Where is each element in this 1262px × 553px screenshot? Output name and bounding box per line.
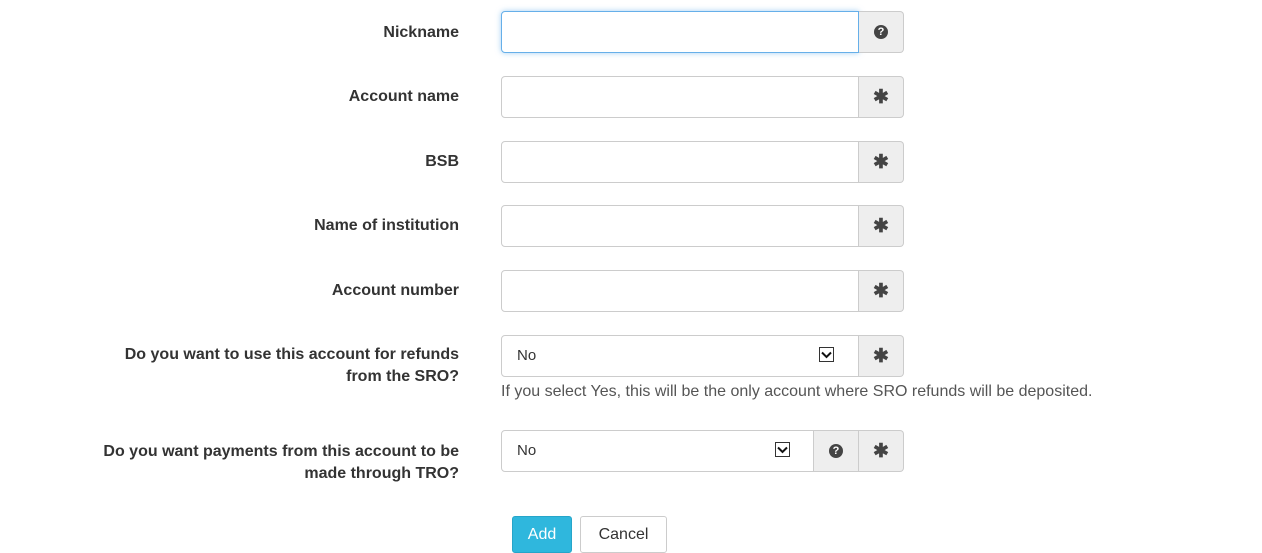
institution-input[interactable] bbox=[501, 205, 859, 247]
bsb-label: BSB bbox=[425, 153, 459, 170]
account-number-required-addon: ✱ bbox=[859, 270, 904, 312]
payments-help-addon[interactable]: ? bbox=[814, 430, 859, 472]
payments-required-addon: ✱ bbox=[859, 430, 904, 472]
asterisk-icon: ✱ bbox=[873, 215, 889, 237]
asterisk-icon: ✱ bbox=[873, 151, 889, 173]
nickname-label: Nickname bbox=[383, 24, 459, 41]
bsb-required-addon: ✱ bbox=[859, 141, 904, 183]
account-number-label: Account number bbox=[331, 282, 459, 299]
institution-label: Name of institution bbox=[314, 217, 459, 234]
nickname-input[interactable] bbox=[501, 11, 859, 53]
refunds-label: Do you want to use this account for refu… bbox=[0, 344, 459, 388]
cancel-button[interactable]: Cancel bbox=[580, 516, 667, 553]
refunds-select-value: No bbox=[517, 347, 537, 364]
refunds-required-addon: ✱ bbox=[859, 335, 904, 377]
account-number-input[interactable] bbox=[501, 270, 859, 312]
refunds-hint: If you select Yes, this will be the only… bbox=[501, 383, 1093, 400]
refunds-label-line2: from the SRO? bbox=[346, 368, 459, 385]
account-name-input[interactable] bbox=[501, 76, 859, 118]
refunds-label-line1: Do you want to use this account for refu… bbox=[124, 346, 459, 363]
nickname-help-addon[interactable]: ? bbox=[859, 11, 904, 53]
chevron-down-icon[interactable] bbox=[775, 442, 790, 457]
bsb-input[interactable] bbox=[501, 141, 859, 183]
asterisk-icon: ✱ bbox=[873, 440, 889, 462]
account-name-required-addon: ✱ bbox=[859, 76, 904, 118]
add-button[interactable]: Add bbox=[512, 516, 572, 553]
institution-required-addon: ✱ bbox=[859, 205, 904, 247]
chevron-down-icon[interactable] bbox=[819, 347, 834, 362]
question-circle-icon[interactable]: ? bbox=[829, 444, 843, 458]
account-name-label: Account name bbox=[348, 88, 459, 105]
asterisk-icon: ✱ bbox=[873, 86, 889, 108]
payments-label-line2: made through TRO? bbox=[304, 465, 459, 482]
payments-label: Do you want payments from this account t… bbox=[0, 441, 459, 485]
asterisk-icon: ✱ bbox=[873, 280, 889, 302]
asterisk-icon: ✱ bbox=[873, 345, 889, 367]
payments-select[interactable]: No bbox=[501, 430, 814, 472]
question-circle-icon[interactable]: ? bbox=[874, 25, 888, 39]
payments-label-line1: Do you want payments from this account t… bbox=[103, 443, 459, 460]
refunds-select[interactable]: No bbox=[501, 335, 859, 377]
payments-select-value: No bbox=[517, 442, 537, 459]
